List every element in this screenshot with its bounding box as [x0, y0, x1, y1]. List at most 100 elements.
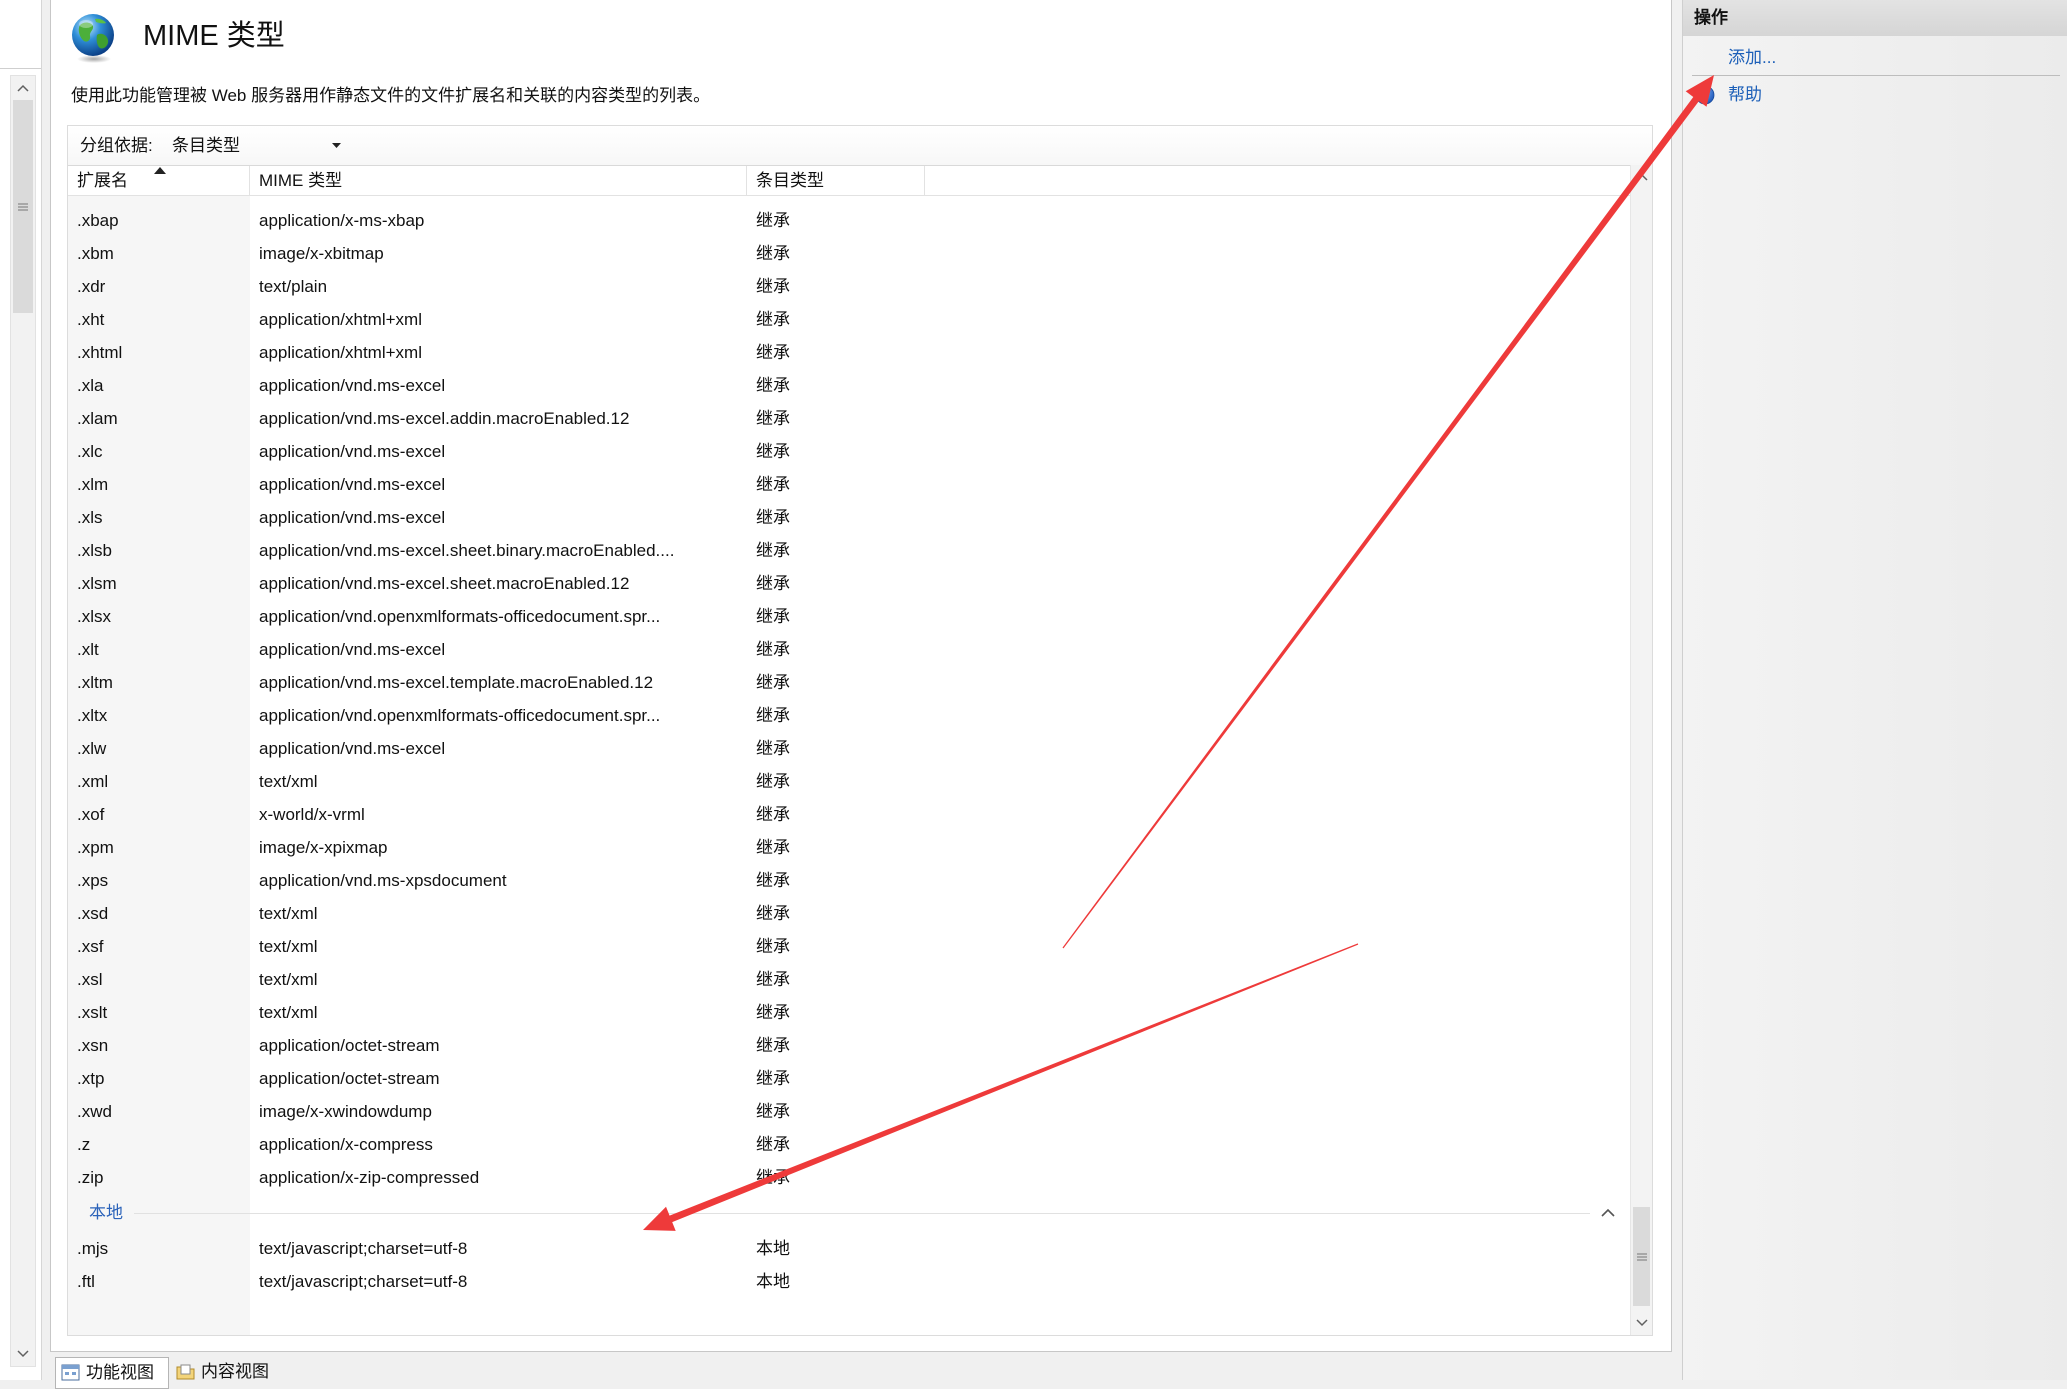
table-row[interactable]: .xltm application/vnd.ms-excel.template.m…	[68, 666, 1630, 699]
table-row[interactable]: .xlc application/vnd.ms-excel 继承	[68, 435, 1630, 468]
mime-type-cell: application/vnd.ms-excel	[259, 376, 446, 395]
group-by-dropdown[interactable]: 条目类型	[168, 132, 343, 159]
table-row[interactable]: .xlsx application/vnd.openxmlformats-offi…	[68, 600, 1630, 633]
extension-cell: .xlsb	[77, 541, 112, 560]
entry-type-cell: 继承	[756, 1102, 790, 1121]
mime-type-cell: application/vnd.openxmlformats-officedoc…	[259, 706, 661, 725]
column-header-entry-type[interactable]: 条目类型	[747, 166, 925, 195]
connections-pane	[0, 0, 42, 1380]
table-row[interactable]: .xsl text/xml 继承	[68, 963, 1630, 996]
entry-type-cell: 继承	[756, 376, 790, 395]
column-header-label: 扩展名	[77, 171, 128, 190]
extension-cell: .xdr	[77, 277, 106, 296]
table-row[interactable]: .xof x-world/x-vrml 继承	[68, 798, 1630, 831]
table-row[interactable]: .xml text/xml 继承	[68, 765, 1630, 798]
column-header-extension[interactable]: 扩展名	[68, 166, 250, 195]
table-row[interactable]: .xpm image/x-xpixmap 继承	[68, 831, 1630, 864]
table-row[interactable]: .xtp application/octet-stream 继承	[68, 1062, 1630, 1095]
table-row[interactable]: .xla application/vnd.ms-excel 继承	[68, 369, 1630, 402]
table-row[interactable]: .xbm image/x-xbitmap 继承	[68, 237, 1630, 270]
table-row[interactable]: .xlw application/vnd.ms-excel 继承	[68, 732, 1630, 765]
entry-type-cell: 继承	[756, 904, 790, 923]
scroll-down-button[interactable]	[11, 1342, 35, 1366]
mime-type-cell: image/x-xbitmap	[259, 244, 384, 263]
extension-cell: .xhtml	[77, 343, 123, 362]
sort-ascending-icon	[154, 167, 166, 174]
add-action[interactable]: 添加...	[1683, 45, 2067, 71]
column-header-label: 条目类型	[756, 171, 824, 190]
scroll-up-button[interactable]	[1631, 165, 1652, 189]
table-row[interactable]: .xsd text/xml 继承	[68, 897, 1630, 930]
connections-scrollbar[interactable]	[10, 75, 36, 1367]
table-row[interactable]: .xlam application/vnd.ms-excel.addin.macr…	[68, 402, 1630, 435]
tab-content-view[interactable]: 内容视图	[171, 1357, 281, 1389]
chevron-down-icon	[17, 1350, 29, 1358]
entry-type-cell: 继承	[756, 772, 790, 791]
table-scrollbar[interactable]	[1630, 165, 1652, 1335]
group-header-local[interactable]: 本地	[68, 1194, 1630, 1232]
table-row[interactable]: .xlm application/vnd.ms-excel 继承	[68, 468, 1630, 501]
table-row[interactable]: .xbap application/x-ms-xbap 继承	[68, 204, 1630, 237]
entry-type-cell: 继承	[756, 1003, 790, 1022]
tab-features-view[interactable]: 功能视图	[55, 1357, 169, 1389]
table-row[interactable]: .xdr text/plain 继承	[68, 270, 1630, 303]
group-by-bar: 分组依据: 条目类型	[68, 126, 1652, 165]
group-by-label: 分组依据:	[80, 136, 153, 155]
table-row[interactable]: .xsn application/octet-stream 继承	[68, 1029, 1630, 1062]
table-row[interactable]: .zip application/x-zip-compressed 继承	[68, 1161, 1630, 1194]
table-row[interactable]: .xls application/vnd.ms-excel 继承	[68, 501, 1630, 534]
table-row[interactable]: .xps application/vnd.ms-xpsdocument 继承	[68, 864, 1630, 897]
entry-type-cell: 继承	[756, 574, 790, 593]
mime-type-cell: application/vnd.openxmlformats-officedoc…	[259, 607, 661, 626]
mime-type-cell: application/vnd.ms-excel	[259, 508, 446, 527]
scroll-down-button[interactable]	[1631, 1311, 1652, 1335]
table-row[interactable]: .xslt text/xml 继承	[68, 996, 1630, 1029]
mime-type-cell: application/vnd.ms-excel	[259, 442, 446, 461]
help-action-link[interactable]: 帮助	[1728, 82, 1762, 108]
table-row[interactable]: .xlsb application/vnd.ms-excel.sheet.bina…	[68, 534, 1630, 567]
mime-type-cell: text/xml	[259, 772, 318, 791]
table-row[interactable]: .xlt application/vnd.ms-excel 继承	[68, 633, 1630, 666]
extension-cell: .xsl	[77, 970, 103, 989]
chevron-down-icon	[1635, 1319, 1648, 1327]
group-by-value: 条目类型	[172, 136, 240, 155]
table-row[interactable]: .mjs text/javascript;charset=utf-8 本地	[68, 1232, 1630, 1265]
help-icon	[1695, 85, 1715, 105]
entry-type-cell: 继承	[756, 1135, 790, 1154]
table-row[interactable]: .xsf text/xml 继承	[68, 930, 1630, 963]
mime-type-cell: application/x-compress	[259, 1135, 433, 1154]
table-row[interactable]: .xltx application/vnd.openxmlformats-offi…	[68, 699, 1630, 732]
entry-type-cell: 继承	[756, 211, 790, 230]
table-body: .xbap application/x-ms-xbap 继承 .xbm image/x-…	[68, 196, 1630, 1335]
scroll-up-button[interactable]	[11, 76, 35, 100]
actions-pane: 操作 添加... 帮助	[1682, 0, 2067, 1380]
table-row[interactable]: .xwd image/x-xwindowdump 继承	[68, 1095, 1630, 1128]
column-header-label: MIME 类型	[259, 171, 343, 190]
help-action[interactable]: 帮助	[1683, 82, 2067, 108]
column-header-mime-type[interactable]: MIME 类型	[250, 166, 747, 195]
entry-type-cell: 继承	[756, 442, 790, 461]
scroll-thumb[interactable]	[13, 100, 33, 313]
connections-pane-toolbar	[0, 0, 41, 69]
chevron-up-icon[interactable]	[1601, 1208, 1615, 1217]
table-row[interactable]: .xhtml application/xhtml+xml 继承	[68, 336, 1630, 369]
entry-type-cell: 继承	[756, 1168, 790, 1187]
extension-cell: .xpm	[77, 838, 114, 857]
mime-type-cell: image/x-xpixmap	[259, 838, 388, 857]
mime-type-cell: text/xml	[259, 904, 318, 923]
table-row[interactable]: .ftl text/javascript;charset=utf-8 本地	[68, 1265, 1630, 1298]
mime-type-cell: application/vnd.ms-xpsdocument	[259, 871, 507, 890]
extension-cell: .mjs	[77, 1239, 109, 1258]
table-row[interactable]: .xlsm application/vnd.ms-excel.sheet.macr…	[68, 567, 1630, 600]
extension-cell: .xlsm	[77, 574, 117, 593]
grip-icon	[1636, 1253, 1647, 1260]
entry-type-cell: 本地	[756, 1239, 790, 1258]
entry-type-cell: 继承	[756, 706, 790, 725]
table-row[interactable]: .xht application/xhtml+xml 继承	[68, 303, 1630, 336]
add-action-link[interactable]: 添加...	[1728, 45, 1776, 71]
entry-type-cell: 继承	[756, 244, 790, 263]
extension-cell: .xps	[77, 871, 109, 890]
scroll-thumb[interactable]	[1633, 1207, 1650, 1306]
table-row[interactable]: .z application/x-compress 继承	[68, 1128, 1630, 1161]
mime-type-cell: application/vnd.ms-excel	[259, 739, 446, 758]
